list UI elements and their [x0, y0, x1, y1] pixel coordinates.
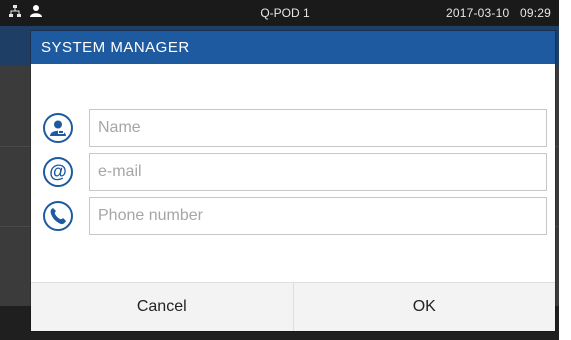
name-field-row — [31, 109, 555, 149]
dialog-footer: Cancel OK — [31, 282, 555, 331]
email-input[interactable] — [89, 153, 547, 191]
at-sign-icon: @ — [43, 157, 73, 187]
status-bar: Q-POD 1 2017-03-10 09:29 — [0, 0, 559, 26]
status-date: 2017-03-10 — [445, 6, 510, 20]
device-name: Q-POD 1 — [260, 6, 310, 20]
name-input[interactable] — [89, 109, 547, 147]
user-icon — [30, 4, 42, 21]
network-icon — [8, 4, 22, 21]
svg-text:@: @ — [49, 162, 67, 182]
status-icons — [8, 4, 42, 21]
ok-button[interactable]: OK — [292, 283, 555, 331]
phone-icon — [43, 201, 73, 231]
dialog-title: SYSTEM MANAGER — [41, 39, 190, 56]
user-avatar-icon — [43, 113, 73, 143]
system-manager-dialog: SYSTEM MANAGER @ — [31, 31, 555, 331]
date-time: 2017-03-10 09:29 — [446, 6, 551, 20]
cancel-button[interactable]: Cancel — [31, 283, 293, 331]
phone-field-row — [31, 197, 555, 237]
email-field-row: @ — [31, 153, 555, 193]
phone-input[interactable] — [89, 197, 547, 235]
dialog-header: SYSTEM MANAGER — [31, 31, 555, 64]
status-time: 09:29 — [519, 6, 551, 20]
